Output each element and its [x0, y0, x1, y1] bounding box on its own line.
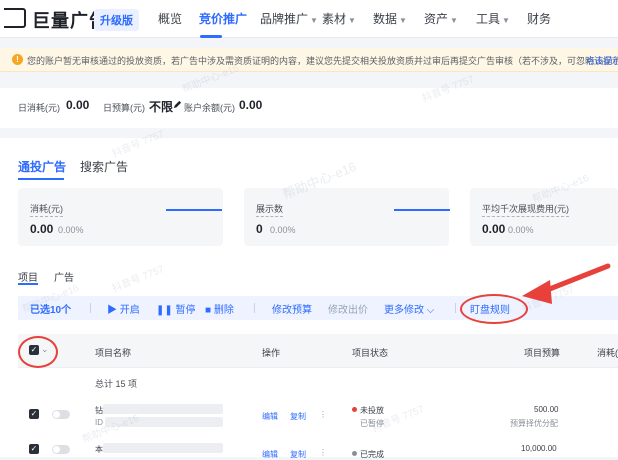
brand-logo-icon[interactable]: [4, 8, 26, 28]
metric-value: 0.00: [482, 222, 506, 236]
play-icon: ▶: [107, 305, 120, 316]
metric-percent: 0.00%: [58, 225, 84, 235]
row-edit-link[interactable]: 编辑: [262, 411, 278, 422]
metric-percent: 0.00%: [270, 225, 296, 235]
subtab-ads[interactable]: 广告: [54, 269, 74, 284]
row-more-icon[interactable]: ⋮: [319, 448, 327, 457]
nav-data[interactable]: 数据 ▼: [373, 10, 407, 27]
account-balance-bar: [0, 88, 618, 128]
row-status: 未投放: [360, 406, 384, 415]
daily-budget-value: 不限: [149, 100, 174, 114]
toolbar-divider: [90, 303, 91, 313]
metric-card-cpm[interactable]: 平均千次展现费用(元) 0.00 0.00%: [470, 188, 618, 246]
project-name[interactable]: 钻: [95, 405, 103, 416]
warning-icon: !: [12, 54, 23, 65]
metric-card-impressions[interactable]: 展示数 0 0.00%: [244, 188, 450, 246]
column-project-budget[interactable]: 项目预算: [524, 346, 560, 359]
row-more-icon[interactable]: ⋮: [319, 410, 327, 419]
notice-text: 您的账户暂无审核通过的投放资质，若广告中涉及需资质证明的内容，建议您先提交相关投…: [27, 56, 618, 66]
annotation-circle-select-all: [18, 336, 58, 368]
chevron-down-icon: ▼: [502, 16, 510, 25]
main-tab-indicator: [18, 178, 64, 180]
metric-value: 0: [256, 222, 263, 236]
metric-label: 消耗(元): [30, 202, 63, 217]
metric-label: 展示数: [256, 202, 284, 217]
qualification-notice: ! 您的账户暂无审核通过的投放资质，若广告中涉及需资质证明的内容，建议您先提交相…: [0, 48, 618, 72]
notice-link[interactable]: 点击前往: [586, 54, 618, 67]
daily-budget-label: 日预算(元): [103, 103, 145, 113]
project-name[interactable]: 本: [95, 444, 103, 455]
chevron-down-icon: ⌵: [424, 305, 435, 316]
chevron-down-icon: ▼: [450, 16, 458, 25]
chevron-down-icon: ▼: [348, 16, 356, 25]
edit-pen-icon[interactable]: [173, 100, 182, 109]
pause-icon: ❚❚: [156, 305, 176, 316]
subtab-projects[interactable]: 项目: [18, 269, 38, 284]
column-spend[interactable]: 消耗(元): [597, 346, 618, 359]
row-budget-note: 预算择优分配: [510, 419, 558, 428]
redacted-name: [103, 443, 223, 453]
annotation-arrow-icon: [522, 263, 611, 304]
account-balance-value: 0.00: [239, 98, 263, 112]
metric-card-spend[interactable]: 消耗(元) 0.00 0.00%: [18, 188, 223, 246]
edit-budget-button[interactable]: 修改预算: [272, 301, 312, 316]
row-checkbox[interactable]: ✓: [29, 409, 39, 419]
account-balance-label: 账户余额(元): [184, 103, 235, 113]
daily-spend-value: 0.00: [66, 98, 90, 112]
more-edit-dropdown[interactable]: 更多修改 ⌵: [384, 301, 434, 316]
nav-finance[interactable]: 财务: [527, 10, 551, 27]
redacted-id: [105, 417, 223, 427]
metric-trend-line: [394, 209, 450, 211]
row-copy-link[interactable]: 复制: [290, 411, 306, 422]
column-project-name[interactable]: 项目名称: [95, 346, 131, 359]
column-action: 操作: [262, 348, 281, 358]
daily-spend-label: 日消耗(元): [18, 103, 60, 113]
toolbar-divider: [455, 303, 456, 313]
metric-value: 0.00: [30, 222, 54, 236]
edit-bid-button[interactable]: 修改出价: [328, 301, 368, 316]
pause-button[interactable]: ❚❚ 暂停: [156, 301, 196, 316]
trash-icon: ■: [205, 305, 214, 316]
selected-count[interactable]: 已选10个: [30, 301, 71, 316]
row-status: 已完成: [360, 450, 384, 459]
column-project-status[interactable]: 项目状态: [352, 346, 388, 359]
chevron-down-icon: ▼: [310, 16, 318, 25]
metric-label: 平均千次展现费用(元): [482, 202, 569, 217]
chevron-down-icon: ▼: [399, 16, 407, 25]
status-dot: [352, 407, 357, 412]
row-toggle-switch[interactable]: [52, 410, 70, 419]
row-sub-status: 已暂停: [360, 419, 384, 428]
redacted-name: [103, 404, 223, 414]
toolbar-divider: [254, 303, 255, 313]
metric-trend-line: [166, 209, 222, 211]
nav-active-indicator: [200, 35, 222, 38]
nav-brand-promotion[interactable]: 品牌推广 ▼: [260, 10, 318, 27]
row-copy-link[interactable]: 复制: [290, 449, 306, 460]
row-budget: 10,000.00: [521, 444, 557, 453]
status-dot: [352, 451, 357, 456]
row-checkbox[interactable]: ✓: [29, 444, 39, 454]
tab-search-ads[interactable]: 搜索广告: [80, 158, 128, 175]
nav-assets[interactable]: 资产 ▼: [424, 10, 458, 27]
row-toggle-switch[interactable]: [52, 445, 70, 454]
upgrade-badge[interactable]: 升级版: [94, 9, 139, 31]
tab-general-ads[interactable]: 通投广告: [18, 158, 66, 175]
table-total-count: 总计 15 项: [95, 379, 138, 389]
nav-overview[interactable]: 概览: [158, 10, 182, 27]
delete-button[interactable]: ■ 删除: [205, 301, 234, 316]
project-id: ID: [95, 418, 103, 427]
enable-button[interactable]: ▶ 开启: [107, 301, 140, 316]
row-budget: 500.00: [534, 405, 559, 414]
nav-bidding-promotion[interactable]: 竞价推广: [199, 10, 247, 27]
nav-tools[interactable]: 工具 ▼: [476, 10, 510, 27]
nav-materials[interactable]: 素材 ▼: [322, 10, 356, 27]
subtab-indicator: [18, 283, 38, 285]
metric-percent: 0.00%: [508, 225, 534, 235]
row-edit-link[interactable]: 编辑: [262, 449, 278, 460]
